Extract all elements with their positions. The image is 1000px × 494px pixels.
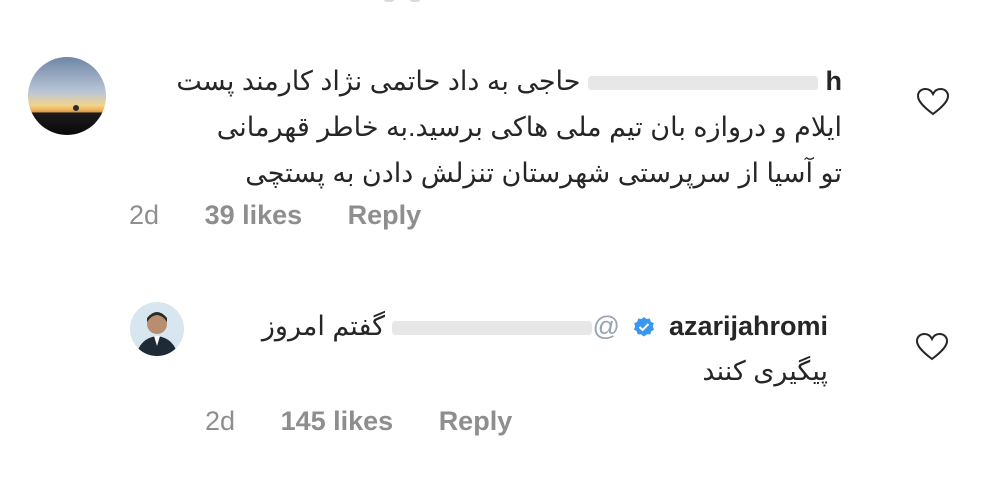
comments-thread: h حاجی به داد حاتمی نژاد کارمند پست ایلا… [0, 0, 1000, 494]
comment-text: h حاجی به داد حاتمی نژاد کارمند پست ایلا… [122, 58, 842, 196]
avatar[interactable] [28, 57, 106, 135]
verified-badge-icon [633, 308, 655, 350]
reply-button[interactable]: Reply [348, 200, 422, 231]
mention-link[interactable]: @ [592, 311, 619, 341]
comment: azarijahromi @ گفتم امروز پیگیری کنند 2d… [0, 290, 1000, 470]
comment-text-line-2: ایلام و دروازه بان تیم ملی هاکی برسید.به… [216, 112, 842, 142]
comment-text-line-1: حاجی به داد حاتمی نژاد کارمند پست [176, 66, 581, 96]
heart-outline-icon[interactable] [916, 87, 950, 116]
reply-button[interactable]: Reply [439, 406, 513, 437]
comment-text: azarijahromi @ گفتم امروز پیگیری کنند [128, 305, 828, 392]
comment-likes[interactable]: 145 likes [281, 406, 394, 437]
comment-text-line-3: تو آسیا از سرپرستی شهرستان تنزلش دادن به… [245, 158, 842, 188]
comment-text-line-2: پیگیری کنند [702, 356, 828, 386]
comment-meta: 2d 145 likes Reply [205, 406, 550, 437]
comment-text-line-1: گفتم امروز [261, 311, 385, 341]
comment: h حاجی به داد حاتمی نژاد کارمند پست ایلا… [0, 50, 1000, 250]
comment-meta: 2d 39 likes Reply [129, 200, 459, 231]
redacted-mention [392, 320, 593, 335]
heart-outline-icon[interactable] [915, 332, 949, 361]
comment-likes[interactable]: 39 likes [205, 200, 303, 231]
previous-comment-heart-fragment [382, 0, 428, 4]
comment-time: 2d [129, 200, 160, 230]
comment-time: 2d [205, 406, 236, 436]
comment-username[interactable]: h [826, 66, 843, 96]
redacted-username [587, 75, 818, 90]
comment-username[interactable]: azarijahromi [669, 311, 828, 341]
